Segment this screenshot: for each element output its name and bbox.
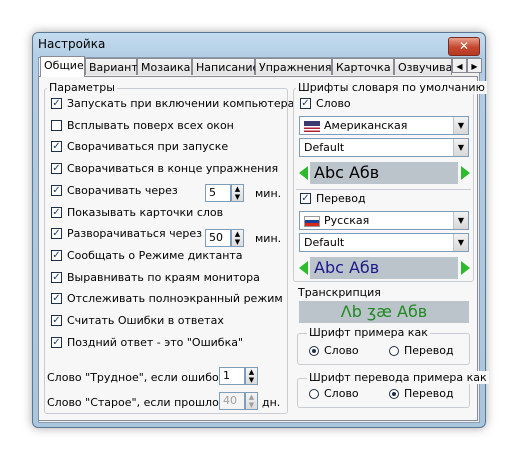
transcription-preview: Λb ʒæ Абв [299,301,469,323]
option-label: Показывать карточки слов [67,206,224,219]
option-label: Сообщать о Режиме диктанта [67,249,243,262]
params-legend: Параметры [47,81,117,94]
example-font-word-radio[interactable] [309,346,319,356]
minimize-after-stepper[interactable]: ▲ ▼ [231,184,244,202]
old-word-stepper[interactable]: ▲ ▼ [245,392,258,410]
hard-word-stepper[interactable]: ▲ ▼ [245,367,258,385]
old-word-unit: дн. [262,396,281,409]
minimize-after-input[interactable]: 5 [205,184,231,202]
option-checkbox[interactable] [51,120,62,131]
example-translation-font-translation-label: Перевод [404,387,454,400]
spin-down-icon[interactable]: ▼ [232,193,243,201]
spin-down-icon[interactable]: ▼ [232,238,243,246]
example-font-legend: Шрифт примера как [307,326,430,339]
option-label: Запускать при включении компьютера [67,97,295,110]
hard-word-input[interactable]: 1 [219,367,245,385]
option-checkbox[interactable]: ✓ [51,250,62,261]
spin-down-icon[interactable]: ▼ [246,401,257,409]
option-label: Сворачивать через [67,184,178,197]
restore-after-unit: мин. [255,232,282,245]
restore-after-input[interactable]: 50 [205,229,231,247]
word-font-label: Слово [316,97,351,110]
option-label: Сворачиваться при запуске [67,140,229,153]
tab-scroll-right-icon[interactable]: ▶ [467,58,482,73]
hard-word-label: Слово "Трудное", если ошибок > [47,371,239,384]
chevron-down-icon[interactable]: ▼ [453,234,468,251]
option-checkbox[interactable]: ✓ [51,141,62,152]
translation-font-preview: Abc Абв [310,257,458,279]
next-arrow-icon[interactable] [461,261,470,275]
option-checkbox[interactable]: ✓ [51,315,62,326]
example-font-translation-radio[interactable] [389,346,399,356]
option-checkbox[interactable]: ✓ [51,337,62,348]
tab-exercises[interactable]: Упражнения [255,58,332,75]
example-font-translation-label: Перевод [404,344,454,357]
option-checkbox[interactable]: ✓ [51,293,62,304]
next-arrow-icon[interactable] [461,166,470,180]
option-label: Всплывать поверх всех окон [67,119,234,132]
option-checkbox[interactable]: ✓ [51,207,62,218]
previous-arrow-icon[interactable] [299,166,308,180]
translation-font-select[interactable]: Default ▼ [299,233,469,252]
chevron-down-icon[interactable]: ▼ [453,117,468,134]
spin-up-icon[interactable]: ▲ [232,185,243,193]
spin-up-icon[interactable]: ▲ [246,368,257,376]
option-label: Поздний ответ - это "Ошибка" [67,336,244,349]
example-font-word-label: Слово [324,344,359,357]
minimize-after-unit: мин. [255,187,282,200]
window-title: Настройка [38,37,106,51]
word-language-value: Американская [324,119,408,132]
example-translation-font-legend: Шрифт перевода примера как [307,371,489,384]
chevron-down-icon[interactable]: ▼ [453,139,468,156]
fonts-legend: Шрифты словаря по умолчанию [296,81,487,94]
word-font-checkbox[interactable]: ✓ [300,98,311,109]
spin-up-icon[interactable]: ▲ [232,230,243,238]
divider [296,189,471,190]
option-checkbox[interactable]: ✓ [51,163,62,174]
example-translation-font-word-radio[interactable] [309,389,319,399]
old-word-input[interactable]: 40 [219,392,245,410]
translation-language-select[interactable]: Русская ▼ [299,211,469,230]
us-flag-icon [304,120,320,132]
translation-font-value: Default [304,236,345,249]
translation-language-value: Русская [324,214,370,227]
old-word-label: Слово "Старое", если прошло > [47,396,232,409]
option-label: Отслеживать полноэкранный режим [67,292,283,305]
option-checkbox[interactable]: ✓ [51,185,62,196]
close-button[interactable]: ✕ [448,37,480,56]
spin-up-icon[interactable]: ▲ [246,393,257,401]
tab-scroll-left-icon[interactable]: ◀ [452,58,467,73]
tab-voicing[interactable]: Озвучива [394,58,452,75]
word-font-select[interactable]: Default ▼ [299,138,469,157]
ru-flag-icon [304,215,320,227]
option-checkbox[interactable]: ✓ [51,272,62,283]
tab-card[interactable]: Карточка [332,58,394,75]
word-font-value: Default [304,141,345,154]
tab-general[interactable]: Общие [40,56,85,77]
transcription-label: Транскрипция [298,286,381,299]
chevron-down-icon[interactable]: ▼ [453,212,468,229]
spin-down-icon[interactable]: ▼ [246,376,257,384]
option-label: Считать Ошибки в ответах [67,314,224,327]
option-checkbox[interactable]: ✓ [51,228,62,239]
translation-font-checkbox[interactable]: ✓ [300,193,311,204]
tab-variant[interactable]: Вариант [85,58,138,75]
option-label: Выравнивать по краям монитора [67,271,260,284]
example-translation-font-translation-radio[interactable] [389,389,399,399]
option-checkbox[interactable]: ✓ [51,98,62,109]
translation-font-label: Перевод [316,192,366,205]
previous-arrow-icon[interactable] [299,261,308,275]
word-language-select[interactable]: Американская ▼ [299,116,469,135]
option-label: Разворачиваться через [67,227,202,240]
word-font-preview: Abc Абв [310,162,458,184]
option-label: Сворачиваться в конце упражнения [67,162,279,175]
tab-mosaic[interactable]: Мозаика [137,58,192,75]
example-translation-font-word-label: Слово [324,387,359,400]
tab-writing[interactable]: Написание [192,58,259,75]
restore-after-stepper[interactable]: ▲ ▼ [231,229,244,247]
